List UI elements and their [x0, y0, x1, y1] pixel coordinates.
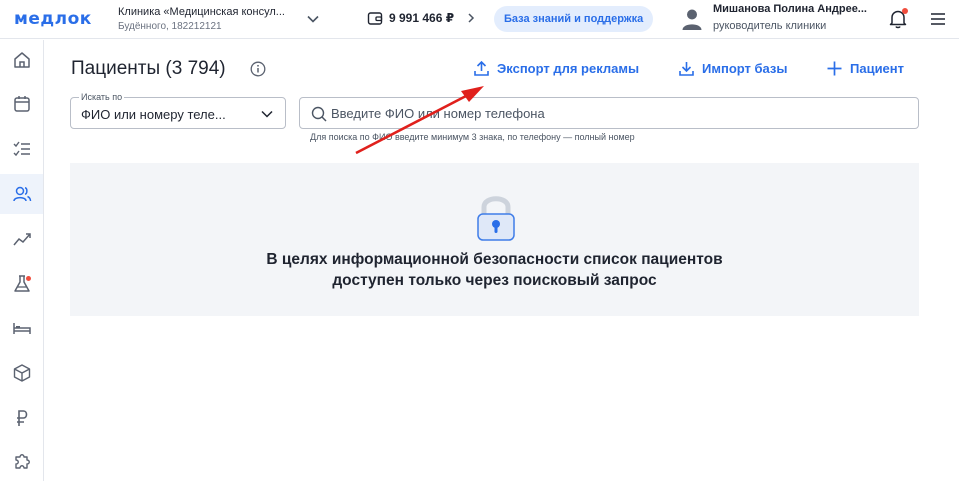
- upload-icon: [474, 60, 489, 76]
- puzzle-icon: [14, 454, 30, 469]
- security-notice: В целях информационной безопасности спис…: [70, 163, 919, 316]
- sidebar-item-lab[interactable]: [0, 264, 43, 304]
- sidebar-item-finance[interactable]: [0, 398, 43, 438]
- chevron-down-icon[interactable]: [306, 12, 320, 26]
- user-role: руководитель клиники: [713, 20, 827, 32]
- chevron-down-icon: [261, 110, 273, 118]
- sidebar-item-tasks[interactable]: [0, 129, 43, 169]
- search-by-select[interactable]: Искать по ФИО или номеру теле...: [70, 92, 286, 129]
- notice-line-2: доступен только через поисковый запрос: [332, 272, 657, 289]
- menu-icon[interactable]: [930, 11, 946, 27]
- notification-badge: [902, 8, 908, 14]
- balance-amount: 9 991 466 ₽: [389, 11, 455, 25]
- export-button[interactable]: Экспорт для рекламы: [473, 60, 639, 77]
- sidebar-item-calendar[interactable]: [0, 84, 43, 124]
- sidebar-item-warehouse[interactable]: [0, 353, 43, 393]
- ruble-icon: [16, 410, 27, 426]
- sidebar-item-home[interactable]: [0, 40, 43, 80]
- sidebar: [0, 40, 44, 481]
- page-title: Пациенты (3 794): [71, 58, 226, 79]
- sidebar-item-hospital[interactable]: [0, 308, 43, 348]
- sidebar-item-integrations[interactable]: [0, 442, 43, 481]
- knowledge-base-button[interactable]: База знаний и поддержка: [494, 6, 654, 32]
- export-label: Экспорт для рекламы: [497, 61, 640, 76]
- search-hint: Для поиска по ФИО введите минимум 3 знак…: [310, 132, 635, 142]
- download-icon: [679, 62, 694, 76]
- sidebar-item-patients[interactable]: [0, 174, 43, 214]
- calendar-icon: [13, 96, 30, 112]
- add-patient-label: Пациент: [850, 61, 905, 76]
- clinic-address: Будённого, 182212121: [118, 21, 222, 32]
- wallet-icon: [367, 12, 383, 25]
- top-header: медлок Клиника «Медицинская консул... Бу…: [0, 0, 959, 39]
- info-icon[interactable]: [250, 61, 266, 77]
- sidebar-item-analytics[interactable]: [0, 219, 43, 259]
- lock-icon: [477, 196, 515, 241]
- add-patient-button[interactable]: Пациент: [826, 60, 904, 77]
- clinic-name: Клиника «Медицинская консул...: [118, 6, 285, 18]
- search-field[interactable]: [299, 97, 919, 129]
- box-icon: [13, 364, 30, 382]
- balance[interactable]: 9 991 466 ₽: [367, 10, 476, 26]
- user-avatar-icon: [682, 9, 702, 30]
- search-by-label: Искать по: [79, 92, 125, 102]
- checklist-icon: [13, 141, 30, 157]
- security-notice-text: В целях информационной безопасности спис…: [70, 249, 919, 291]
- notifications-button[interactable]: [889, 8, 908, 34]
- search-icon: [311, 106, 327, 122]
- notice-line-1: В целях информационной безопасности спис…: [266, 251, 723, 268]
- bed-icon: [12, 323, 31, 334]
- search-by-value: ФИО или номеру теле...: [81, 107, 226, 122]
- home-icon: [13, 52, 30, 68]
- patients-icon: [12, 186, 31, 202]
- logo[interactable]: медлок: [14, 9, 92, 29]
- analytics-icon: [12, 233, 31, 246]
- import-label: Импорт базы: [702, 61, 788, 76]
- clinic-selector[interactable]: Клиника «Медицинская консул... Будённого…: [118, 6, 285, 32]
- chevron-right-icon: [468, 13, 475, 23]
- import-button[interactable]: Импорт базы: [678, 60, 787, 77]
- plus-icon: [827, 61, 842, 76]
- user-name: Мишанова Полина Андрее...: [713, 3, 867, 15]
- search-input[interactable]: [331, 98, 911, 128]
- lab-badge: [26, 276, 31, 281]
